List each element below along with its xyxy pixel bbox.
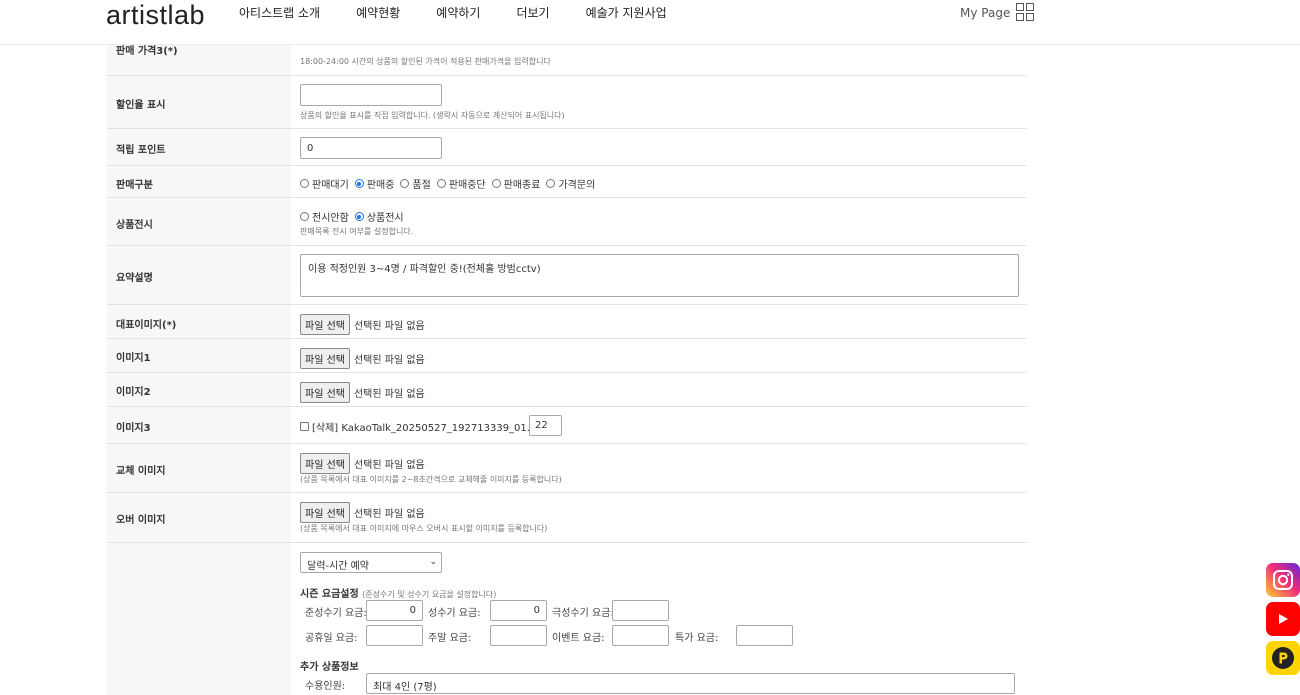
youtube-icon[interactable]	[1266, 602, 1300, 636]
row-image1: 이미지1 파일 선택 선택된 파일 없음	[107, 339, 1027, 373]
radio-display[interactable]: 상품전시	[354, 209, 404, 224]
nav-item-reservation-status[interactable]: 예약현황	[356, 4, 400, 21]
row-label: 판매구분	[116, 180, 153, 191]
display-radios: 전시안함 상품전시	[300, 209, 410, 224]
image3-order-input[interactable]: 22	[529, 415, 562, 436]
radio-price-inquiry[interactable]: 가격문의	[546, 176, 595, 191]
row-label: 상품전시	[116, 220, 153, 231]
nav-item-about[interactable]: 아티스트랩 소개	[239, 4, 320, 21]
image2-file: 파일 선택 선택된 파일 없음	[300, 382, 425, 403]
radio-sale-stopped[interactable]: 판매중단	[436, 176, 486, 191]
summary-textarea[interactable]: 이용 적정인원 3~4명 / 파격할인 중!(전체홀 방범cctv)	[300, 254, 1019, 297]
reservation-type-select[interactable]: 달력-시간 예약 ⌄	[300, 552, 442, 573]
file-select-button[interactable]: 파일 선택	[300, 502, 350, 523]
help-text: (상품 목록에서 대표 이미지를 2~8초간격으로 교체해줄 이미지를 등록합니…	[300, 475, 562, 484]
site-header: artistlab 아티스트랩 소개 예약현황 예약하기 더보기 예술가 지원사…	[0, 0, 1300, 45]
peak-label: 성수기 요금:	[428, 608, 481, 619]
capacity-input[interactable]: 최대 4인 (7평)	[366, 673, 1015, 694]
row-label: 할인율 표시	[116, 100, 166, 111]
points-input[interactable]: 0	[300, 137, 442, 159]
file-status: 선택된 파일 없음	[353, 509, 425, 520]
file-select-button[interactable]: 파일 선택	[300, 382, 350, 403]
file-status: 선택된 파일 없음	[353, 321, 425, 332]
kakaopage-icon[interactable]	[1266, 641, 1300, 675]
row-label: 이미지2	[116, 387, 151, 398]
weekend-label: 주말 요금:	[428, 633, 472, 644]
row-label: 이미지3	[116, 423, 151, 434]
special-label: 특가 요금:	[675, 633, 719, 644]
row-sale-type: 판매구분 판매대기 판매중 품절 판매중단 판매종료 가격문의	[107, 166, 1027, 198]
help-text: (상품 목록에서 대표 이미지에 마우스 오버시 표시할 이미지를 등록합니다)	[300, 524, 548, 533]
help-text: 판매목록 전시 여부를 설정합니다.	[300, 227, 414, 236]
radio-on-sale[interactable]: 판매중	[354, 176, 394, 191]
image1-file: 파일 선택 선택된 파일 없음	[300, 348, 425, 369]
instagram-icon[interactable]	[1266, 563, 1300, 597]
radio-no-display[interactable]: 전시안함	[300, 209, 349, 224]
file-status: 선택된 파일 없음	[353, 389, 425, 400]
ultra-peak-label: 극성수기 요금:	[552, 608, 614, 619]
semi-peak-input[interactable]: 0	[366, 600, 423, 621]
row-discount: 할인율 표시 상품의 할인율 표시를 직접 입력합니다. (생략시 자동으로 계…	[107, 76, 1027, 129]
my-page-label: My Page	[960, 5, 1011, 20]
delete-image3-checkbox[interactable]	[300, 422, 309, 431]
semi-peak-label: 준성수기 요금:	[305, 608, 367, 619]
file-select-button[interactable]: 파일 선택	[300, 453, 350, 474]
site-logo[interactable]: artistlab	[106, 0, 205, 31]
row-swap-image: 교체 이미지 파일 선택 선택된 파일 없음 (상품 목록에서 대표 이미지를 …	[107, 444, 1027, 493]
row-image2: 이미지2 파일 선택 선택된 파일 없음	[107, 373, 1027, 407]
event-label: 이벤트 요금:	[552, 633, 605, 644]
row-display: 상품전시 전시안함 상품전시 판매목록 전시 여부를 설정합니다.	[107, 198, 1027, 246]
row-label: 대표이미지(*)	[116, 320, 177, 331]
swap-image-file: 파일 선택 선택된 파일 없음	[300, 453, 425, 474]
row-image3: 이미지3 [삭제] KakaoTalk_20250527_192713339_0…	[107, 407, 1027, 444]
season-note: (준성수기 및 성수기 요금을 설정합니다)	[362, 590, 497, 599]
file-select-button[interactable]: 파일 선택	[300, 348, 350, 369]
file-select-button[interactable]: 파일 선택	[300, 314, 350, 335]
season-title: 시즌 요금설정 (준성수기 및 성수기 요금을 설정합니다)	[300, 589, 497, 600]
radio-sale-waiting[interactable]: 판매대기	[300, 176, 349, 191]
radio-sale-ended[interactable]: 판매종료	[491, 176, 540, 191]
nav-item-more[interactable]: 더보기	[516, 4, 549, 21]
extra-info-title: 추가 상품정보	[300, 662, 359, 673]
row-label: 적립 포인트	[116, 145, 166, 156]
row-main-image: 대표이미지(*) 파일 선택 선택된 파일 없음	[107, 305, 1027, 339]
event-input[interactable]	[612, 625, 669, 646]
row-over-image: 오버 이미지 파일 선택 선택된 파일 없음 (상품 목록에서 대표 이미지에 …	[107, 493, 1027, 543]
chevron-down-icon: ⌄	[429, 557, 437, 567]
file-status: 선택된 파일 없음	[353, 460, 425, 471]
holiday-input[interactable]	[366, 625, 423, 646]
row-label: 오버 이미지	[116, 515, 166, 526]
image3-existing-file: [삭제] KakaoTalk_20250527_192713339_01.jpg	[300, 419, 545, 434]
nav-item-artist-support[interactable]: 예술가 지원사업	[586, 4, 667, 21]
nav-item-book[interactable]: 예약하기	[436, 4, 480, 21]
row-label: 교체 이미지	[116, 466, 166, 477]
image3-filename: [삭제] KakaoTalk_20250527_192713339_01.jpg	[312, 423, 546, 434]
file-status: 선택된 파일 없음	[353, 355, 425, 366]
discount-input[interactable]	[300, 84, 442, 106]
special-input[interactable]	[736, 625, 793, 646]
ultra-peak-input[interactable]	[612, 600, 669, 621]
capacity-label: 수용인원:	[305, 681, 346, 692]
row-summary: 요약설명 이용 적정인원 3~4명 / 파격할인 중!(전체홀 방범cctv)	[107, 246, 1027, 305]
peak-input[interactable]: 0	[490, 600, 547, 621]
over-image-file: 파일 선택 선택된 파일 없음	[300, 502, 425, 523]
radio-sold-out[interactable]: 품절	[400, 176, 431, 191]
help-text: 상품의 할인율 표시를 직접 입력합니다. (생략시 자동으로 계산되어 표시됩…	[300, 111, 565, 120]
grid-menu-icon[interactable]	[1016, 3, 1035, 21]
row-label: 요약설명	[116, 273, 153, 284]
holiday-label: 공휴일 요금:	[305, 633, 358, 644]
season-section: 달력-시간 예약 ⌄ 시즌 요금설정 (준성수기 및 성수기 요금을 설정합니다…	[107, 543, 1027, 695]
main-nav: 아티스트랩 소개 예약현황 예약하기 더보기 예술가 지원사업	[239, 4, 703, 21]
help-text: 18:00-24:00 시간의 상품의 할인된 가격이 적용된 판매가격을 입력…	[300, 57, 551, 66]
sale-type-radios: 판매대기 판매중 품절 판매중단 판매종료 가격문의	[300, 176, 601, 191]
main-image-file: 파일 선택 선택된 파일 없음	[300, 314, 425, 335]
row-points: 적립 포인트 0	[107, 129, 1027, 166]
row-label: 이미지1	[116, 353, 151, 364]
my-page-link[interactable]: My Page	[960, 3, 1035, 21]
weekend-input[interactable]	[490, 625, 547, 646]
